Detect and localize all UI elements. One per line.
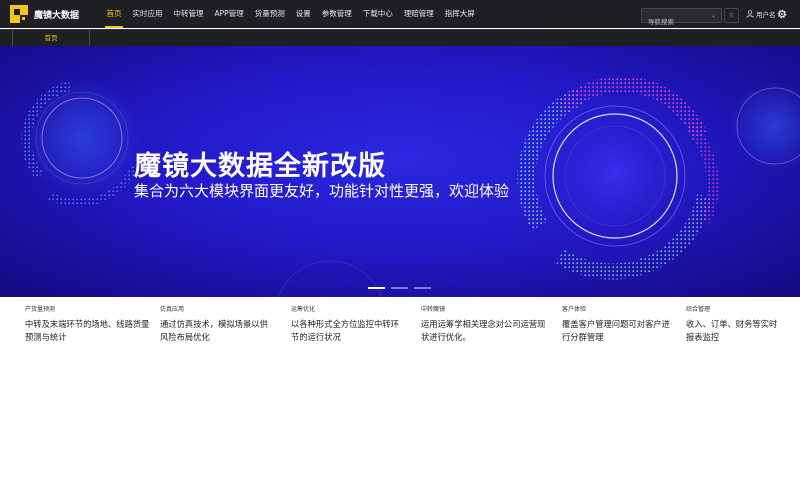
nav-item-download-center[interactable]: 下载中心 [357,0,398,28]
tab-bar: 首页 [0,29,800,46]
banner-subtitle: 集合为六大模块界面更友好，功能针对性更强，欢迎体验 [134,182,510,200]
logo[interactable]: 魔镜大数据 [10,5,79,23]
module-card-transit-mirror[interactable]: 中转魔镜 运用运筹学相关理念对公司运营现状进行优化。 [421,297,551,344]
module-card-general-management[interactable]: 综合管理 收入、订单、财务等实时报表监控 [686,297,781,344]
module-card-optimization[interactable]: 运筹优化 以各种形式全方位监控中转环节的运行状况 [291,297,406,344]
nav-item-transit-management[interactable]: 中转管理 [168,0,209,28]
carousel-indicators [368,287,431,289]
gear-icon[interactable] [776,8,788,20]
nav-item-settings[interactable]: 设置 [290,0,316,28]
hero-banner: 魔镜大数据全新改版 集合为六大模块界面更友好，功能针对性更强，欢迎体验 [0,46,800,297]
nav-item-volume-forecast[interactable]: 货量预测 [249,0,290,28]
module-description: 以各种形式全方位监控中转环节的运行状况 [291,319,399,342]
module-description: 中转及末端环节的场地、线路货量预测与统计 [25,319,150,342]
user-menu[interactable]: 用户名 [746,0,776,28]
app-title: 魔镜大数据 [34,10,80,21]
chevron-down-icon[interactable]: ⌄ [711,9,716,22]
module-category: 仿真应用 [160,306,185,313]
username-label: 用户名 [756,11,776,19]
nav-item-claims-management[interactable]: 理赔管理 [398,0,439,28]
main-nav: 首页 实时应用 中转管理 APP管理 货量预测 设置 参数管理 下载中心 理赔管… [101,0,480,28]
carousel-dot[interactable] [414,287,431,289]
banner-decoration-graphic [21,74,800,297]
banner-title: 魔镜大数据全新改版 [134,151,386,182]
user-icon [746,10,754,18]
nav-item-app-management[interactable]: APP管理 [209,0,249,28]
module-description: 覆盖客户管理问题可对客户进行分群管理 [562,319,670,342]
nav-search-input[interactable] [642,16,710,29]
favorite-star-icon[interactable]: ☆ [724,8,739,23]
top-nav-bar: 魔镜大数据 首页 实时应用 中转管理 APP管理 货量预测 设置 参数管理 下载… [0,0,800,29]
module-description: 运用运筹学相关理念对公司运营现状进行优化。 [421,319,546,342]
module-card-simulation[interactable]: 仿真应用 通过仿真技术，模拟场景以供风险布局优化 [160,297,272,344]
nav-search[interactable]: ⌄ [641,8,722,29]
module-category: 运筹优化 [291,306,316,313]
logo-icon [10,5,28,23]
carousel-dot[interactable] [391,287,408,289]
module-category: 综合管理 [686,306,711,313]
carousel-dot[interactable] [368,287,385,289]
module-list: 产货量预测 中转及末端环节的场地、线路货量预测与统计 仿真应用 通过仿真技术，模… [0,297,800,357]
nav-item-parameter-management[interactable]: 参数管理 [316,0,357,28]
module-category: 中转魔镜 [421,306,446,313]
module-card-customer-experience[interactable]: 客户体验 覆盖客户管理问题可对客户进行分群管理 [562,297,674,344]
module-description: 收入、订单、财务等实时报表监控 [686,319,778,342]
nav-item-realtime-apps[interactable]: 实时应用 [127,0,168,28]
nav-item-command-screen[interactable]: 指挥大屏 [439,0,480,28]
module-card-volume-forecast[interactable]: 产货量预测 中转及末端环节的场地、线路货量预测与统计 [25,297,153,344]
module-description: 通过仿真技术，模拟场景以供风险布局优化 [160,319,268,342]
module-category: 产货量预测 [25,306,56,313]
tab-home[interactable]: 首页 [12,30,90,46]
module-category: 客户体验 [562,306,587,313]
nav-item-home[interactable]: 首页 [101,0,127,28]
